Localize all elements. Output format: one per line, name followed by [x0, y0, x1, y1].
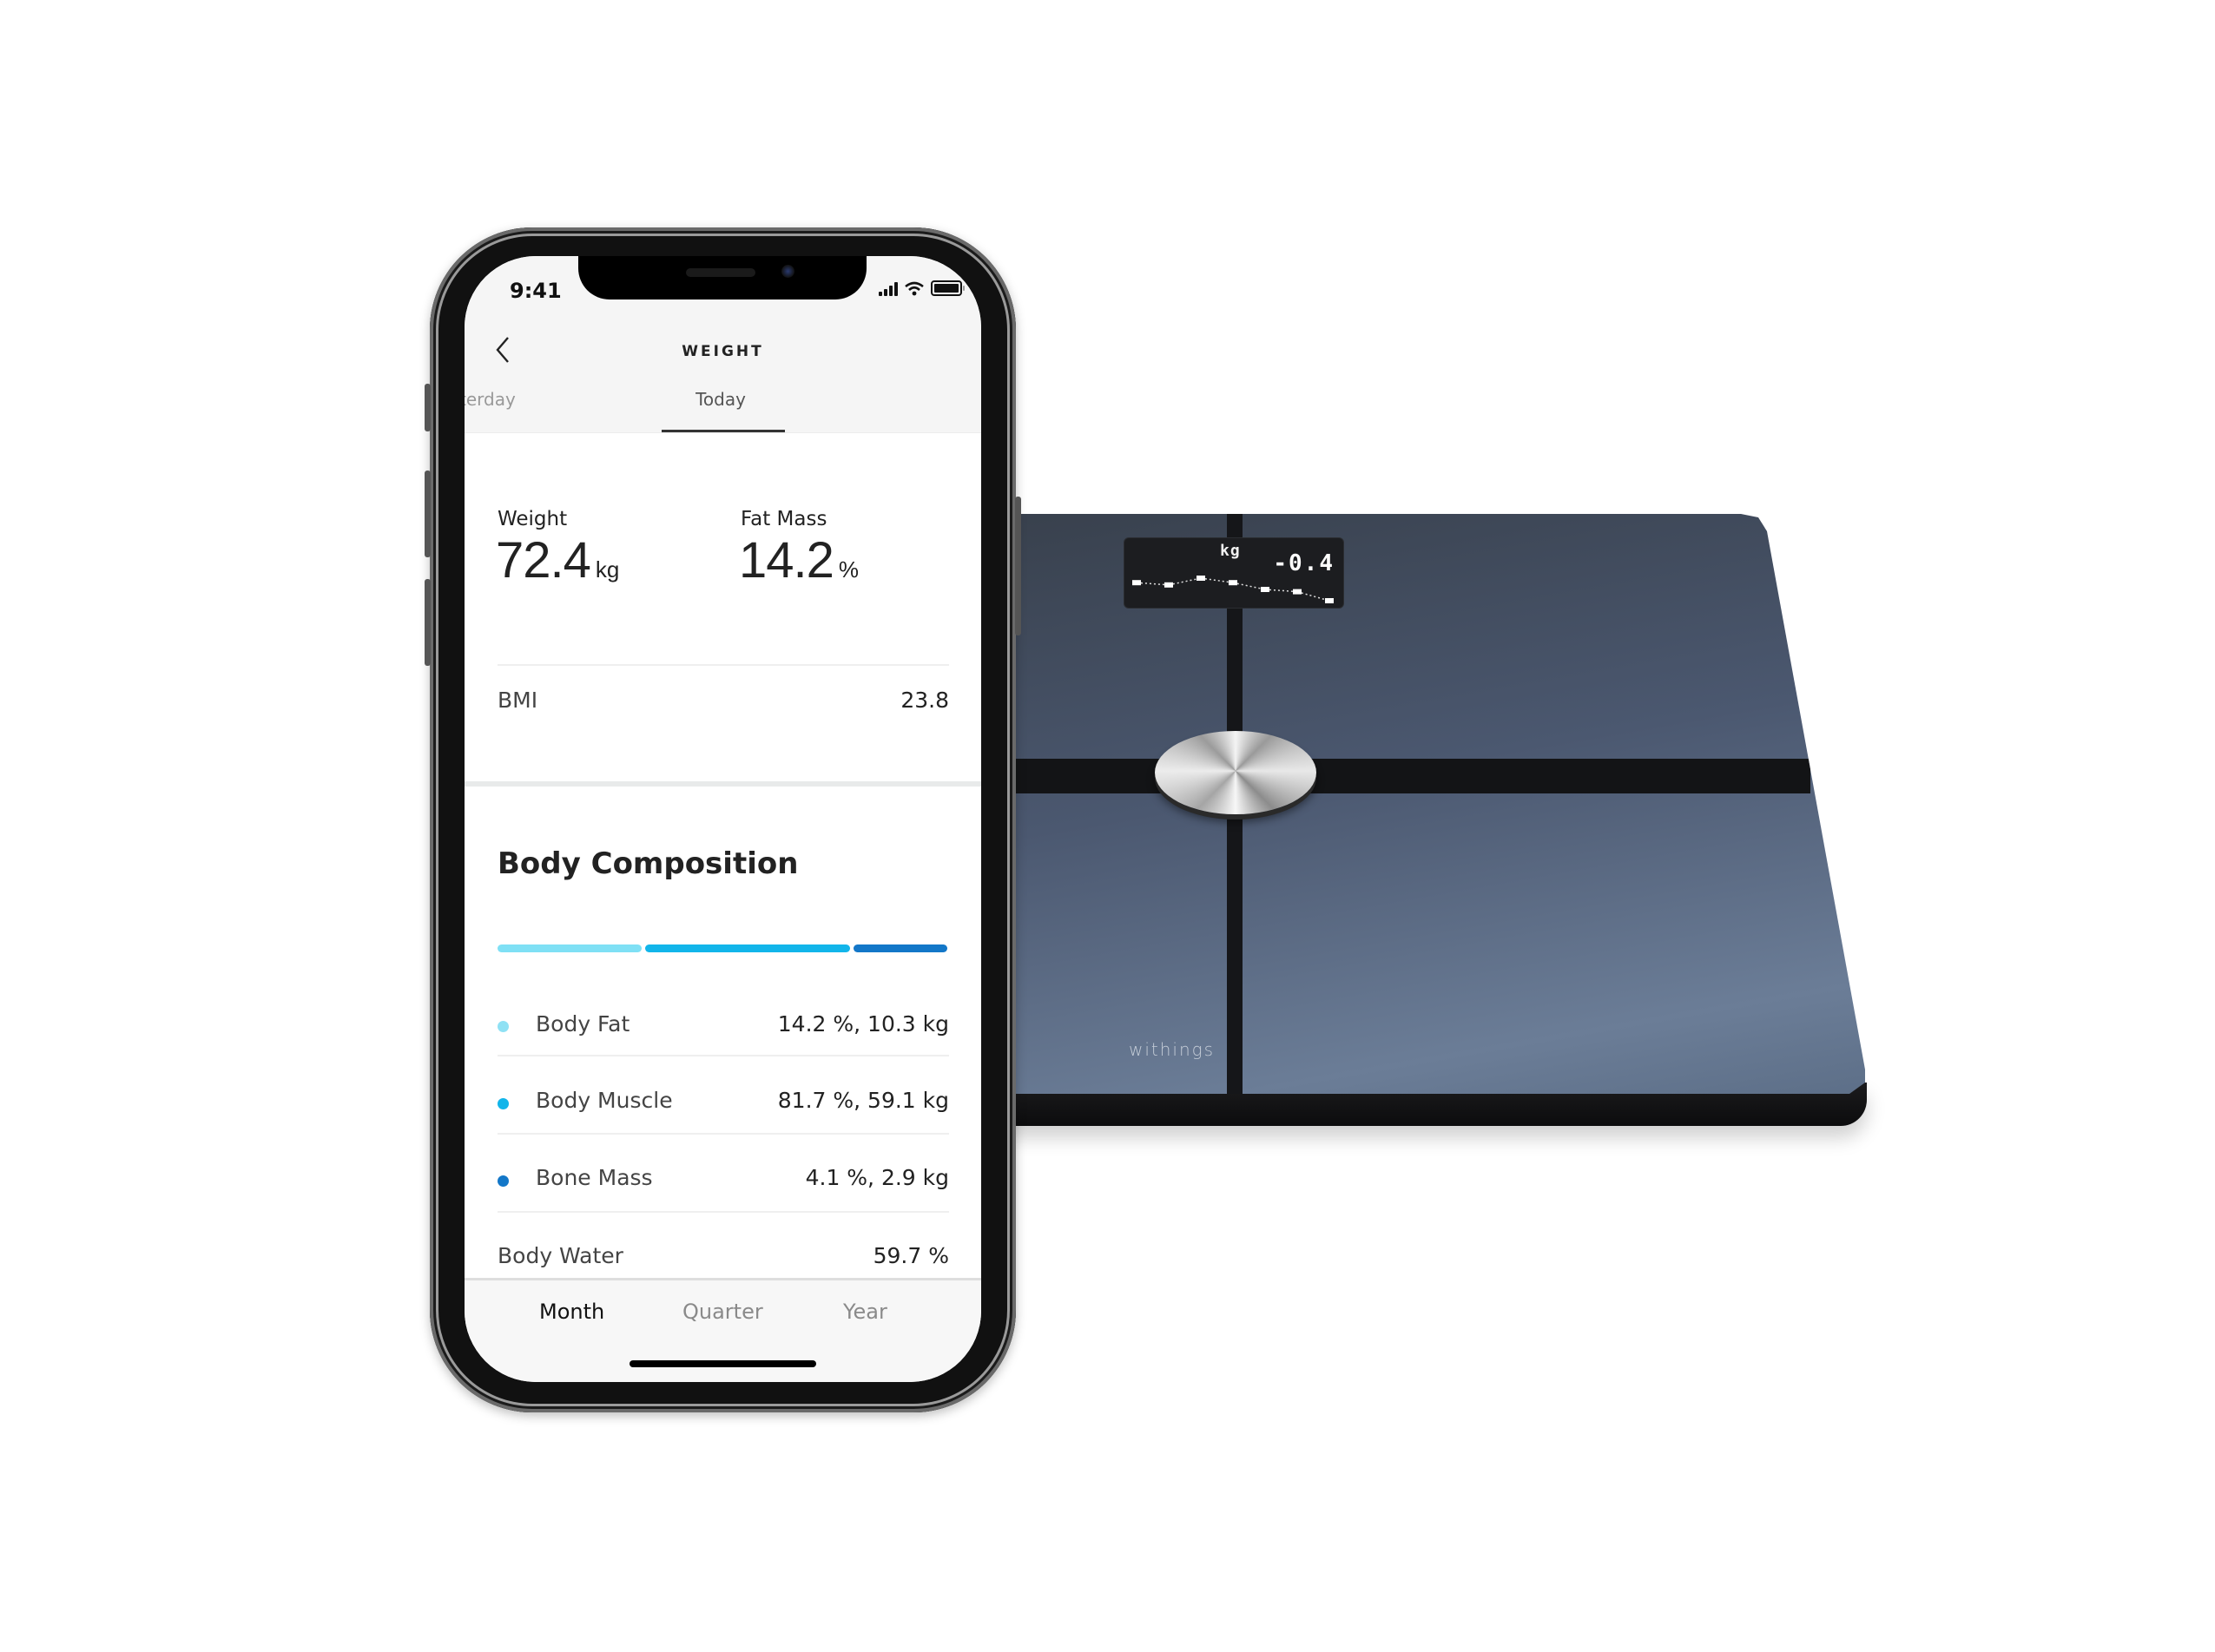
trend-point: [1229, 580, 1237, 586]
tab-yesterday[interactable]: terday: [465, 389, 516, 410]
front-camera: [781, 265, 794, 278]
battery-icon: [931, 280, 965, 296]
composition-segment-body-fat: [498, 944, 642, 952]
body-water-label: Body Water: [498, 1243, 623, 1268]
composition-segment-bone-mass: [853, 944, 947, 952]
body-composition-bar: [498, 944, 951, 952]
scale-electrode-strip-horizontal: [955, 759, 1810, 793]
trend-connector: [1296, 590, 1330, 602]
smartphone: 9:41 WEIGHT terday Today Weight 72.4 kg …: [425, 227, 1021, 1412]
home-indicator[interactable]: [630, 1360, 816, 1367]
trend-point: [1132, 580, 1141, 586]
bone-mass-label: Bone Mass: [536, 1165, 653, 1190]
trend-connector: [1264, 589, 1298, 593]
weight-value: 72.4 kg: [496, 531, 619, 589]
divider: [498, 1133, 949, 1135]
status-time: 9:41: [510, 279, 562, 303]
trend-connector: [1232, 582, 1266, 590]
divider: [498, 664, 949, 666]
mute-switch: [425, 384, 431, 431]
trend-point: [1293, 589, 1302, 595]
weight-unit: kg: [595, 556, 620, 582]
body-fat-label: Body Fat: [536, 1011, 630, 1037]
body-water-value: 59.7 %: [873, 1243, 949, 1268]
fat-mass-unit: %: [838, 556, 860, 582]
bone-mass-value: 4.1 %, 2.9 kg: [805, 1165, 949, 1190]
period-tab-bar: Month Quarter Year: [465, 1278, 981, 1382]
section-separator: [465, 781, 981, 787]
weight-label: Weight: [498, 508, 568, 530]
speaker-grille: [686, 268, 755, 277]
status-icons: [879, 280, 965, 296]
app-screen: 9:41 WEIGHT terday Today Weight 72.4 kg …: [465, 256, 981, 1382]
volume-up-button: [425, 471, 431, 557]
weight-number: 72.4: [496, 532, 591, 589]
fat-mass-number: 14.2: [739, 532, 834, 589]
scale-display: kg -0.4: [1124, 538, 1343, 608]
trend-point: [1261, 587, 1269, 592]
bmi-label: BMI: [498, 688, 538, 713]
page-title: WEIGHT: [682, 343, 764, 360]
divider: [498, 1211, 949, 1213]
notch: [578, 256, 867, 299]
scale-display-unit: kg: [1220, 542, 1241, 560]
tab-today[interactable]: Today: [657, 389, 784, 410]
bmi-value: 23.8: [900, 688, 949, 713]
side-button: [1015, 497, 1021, 635]
body-composition-title: Body Composition: [498, 846, 799, 881]
tab-year[interactable]: Year: [843, 1300, 887, 1324]
scale-center-button: [1155, 731, 1316, 814]
fat-mass-value: 14.2%: [739, 531, 859, 589]
trend-connector: [1168, 577, 1202, 586]
trend-point: [1325, 598, 1334, 603]
volume-down-button: [425, 579, 431, 666]
trend-connector: [1136, 582, 1170, 586]
tab-month[interactable]: Month: [539, 1300, 604, 1324]
smart-scale: kg -0.4 withings: [955, 514, 1867, 1139]
scale-trend-graph: [1132, 576, 1334, 603]
body-muscle-dot-icon: [498, 1098, 509, 1109]
body-fat-dot-icon: [498, 1021, 509, 1032]
scale-platform: kg -0.4 withings: [955, 514, 1865, 1094]
fat-mass-label: Fat Mass: [741, 508, 827, 530]
bone-mass-dot-icon: [498, 1175, 509, 1187]
trend-point: [1196, 576, 1205, 581]
body-muscle-label: Body Muscle: [536, 1088, 673, 1113]
trend-connector: [1200, 577, 1234, 583]
composition-segment-body-muscle: [644, 944, 850, 952]
cellular-signal-icon: [879, 281, 898, 296]
trend-point: [1164, 582, 1173, 588]
divider: [498, 1055, 949, 1056]
tab-quarter[interactable]: Quarter: [682, 1300, 763, 1324]
scale-brand-logo: withings: [1129, 1039, 1216, 1060]
body-fat-value: 14.2 %, 10.3 kg: [777, 1011, 949, 1037]
wifi-icon: [905, 281, 924, 296]
body-muscle-value: 81.7 %, 59.1 kg: [777, 1088, 949, 1113]
active-tab-indicator: [662, 430, 785, 432]
